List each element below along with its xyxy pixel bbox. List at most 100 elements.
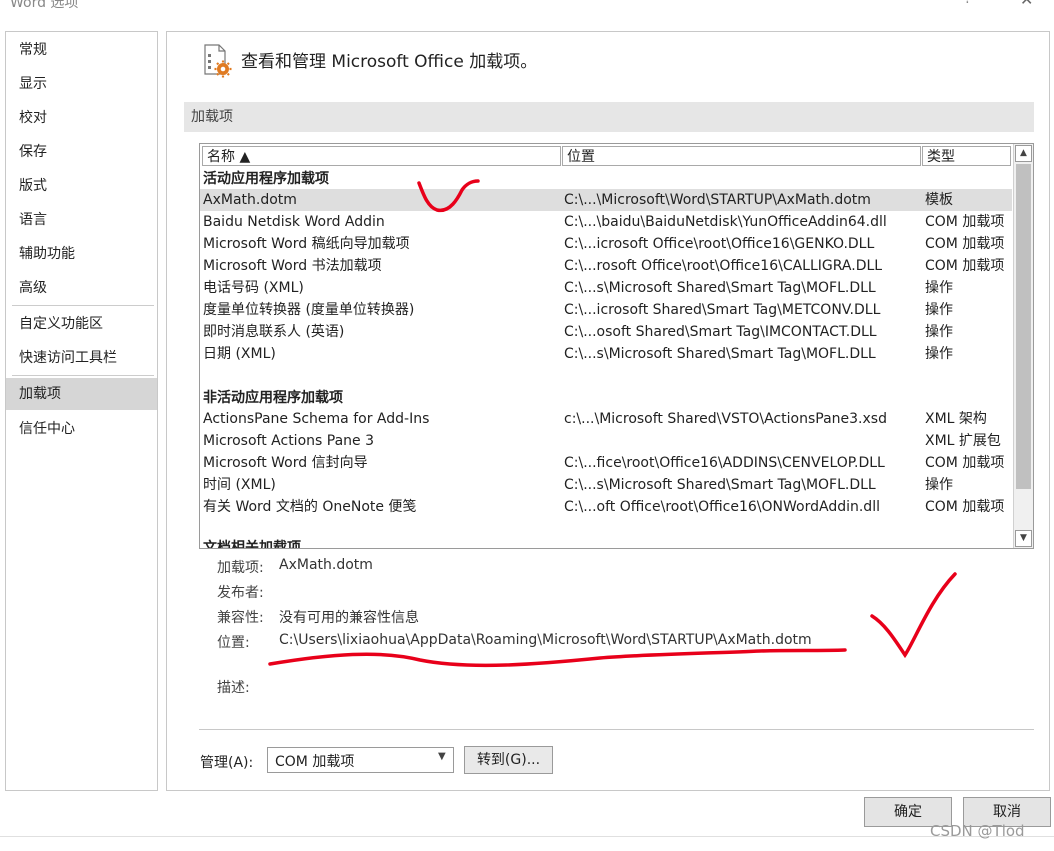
addin-type: 操作 xyxy=(925,477,953,493)
column-header-type[interactable]: 类型 xyxy=(922,146,1011,166)
addin-location: C:\...\baidu\BaiduNetdisk\YunOfficeAddin… xyxy=(564,214,887,230)
options-sidebar: 常规 显示 校对 保存 版式 语言 辅助功能 高级 自定义功能区 快速访问工具栏… xyxy=(5,31,158,791)
sidebar-item-typography[interactable]: 版式 xyxy=(6,170,157,202)
table-row[interactable]: Baidu Netdisk Word Addin C:\...\baidu\Ba… xyxy=(200,211,1012,233)
addin-gear-icon xyxy=(204,44,232,78)
addins-panel: 查看和管理 Microsoft Office 加载项。 加载项 名称 ▲ 位置 … xyxy=(166,31,1050,791)
addin-name: 有关 Word 文档的 OneNote 便笺 xyxy=(203,499,417,515)
addin-name: 日期 (XML) xyxy=(203,346,276,362)
addin-type: COM 加载项 xyxy=(925,214,1005,230)
addin-type: 操作 xyxy=(925,280,953,296)
addin-type: XML 架构 xyxy=(925,411,987,427)
scroll-up-icon[interactable]: ▲ xyxy=(1015,145,1032,162)
addins-list[interactable]: 名称 ▲ 位置 类型 活动应用程序加载项 AxMath.dotm C:\...\… xyxy=(199,143,1034,549)
page-title: 查看和管理 Microsoft Office 加载项。 xyxy=(241,52,538,72)
manage-dropdown[interactable]: COM 加载项 ▼ xyxy=(267,747,454,773)
scroll-thumb[interactable] xyxy=(1016,164,1031,489)
table-row[interactable]: Microsoft Word 书法加载项 C:\...rosoft Office… xyxy=(200,255,1012,277)
detail-publisher-label: 发布者: xyxy=(217,585,264,601)
addin-name: Microsoft Actions Pane 3 xyxy=(203,433,374,449)
scroll-down-icon[interactable]: ▼ xyxy=(1015,530,1032,547)
addin-type: 操作 xyxy=(925,324,953,340)
addin-location: C:\...s\Microsoft Shared\Smart Tag\MOFL.… xyxy=(564,477,876,493)
divider xyxy=(199,729,1034,730)
table-row[interactable]: ActionsPane Schema for Add-Ins c:\...\Mi… xyxy=(200,408,1012,430)
section-header: 加载项 xyxy=(184,102,1034,132)
addin-location: C:\...rosoft Office\root\Office16\CALLIG… xyxy=(564,258,883,274)
detail-addin-label: 加载项: xyxy=(217,560,264,576)
addin-name: Baidu Netdisk Word Addin xyxy=(203,214,385,230)
addin-name: Microsoft Word 书法加载项 xyxy=(203,258,382,274)
addin-type: COM 加载项 xyxy=(925,258,1005,274)
addin-location: C:\...\Microsoft\Word\STARTUP\AxMath.dot… xyxy=(564,192,871,208)
sidebar-item-proofing[interactable]: 校对 xyxy=(6,102,157,134)
sidebar-item-display[interactable]: 显示 xyxy=(6,68,157,100)
addin-type: COM 加载项 xyxy=(925,455,1005,471)
column-header-name[interactable]: 名称 ▲ xyxy=(202,146,561,166)
help-button[interactable]: ? xyxy=(964,0,971,7)
addin-location: C:\...s\Microsoft Shared\Smart Tag\MOFL.… xyxy=(564,346,876,362)
addin-type: COM 加载项 xyxy=(925,236,1005,252)
addin-location: C:\...osoft Shared\Smart Tag\IMCONTACT.D… xyxy=(564,324,877,340)
addin-location: C:\...s\Microsoft Shared\Smart Tag\MOFL.… xyxy=(564,280,876,296)
table-row[interactable]: Microsoft Word 信封向导 C:\...fice\root\Offi… xyxy=(200,452,1012,474)
sidebar-item-save[interactable]: 保存 xyxy=(6,136,157,168)
manage-dropdown-value: COM 加载项 xyxy=(275,754,355,770)
table-row[interactable]: Microsoft Word 稿纸向导加载项 C:\...icrosoft Of… xyxy=(200,233,1012,255)
sidebar-item-trust-center[interactable]: 信任中心 xyxy=(6,413,157,445)
table-row[interactable]: 日期 (XML) C:\...s\Microsoft Shared\Smart … xyxy=(200,343,1012,365)
addin-name: ActionsPane Schema for Add-Ins xyxy=(203,411,430,427)
title-bar: Word 选项 ? ✕ xyxy=(0,0,1054,14)
detail-description-label: 描述: xyxy=(217,680,250,696)
manage-label: 管理(A): xyxy=(200,755,254,771)
group-active-addins: 活动应用程序加载项 xyxy=(203,171,329,187)
addin-name: 即时消息联系人 (英语) xyxy=(203,324,345,340)
sidebar-separator xyxy=(12,305,154,306)
addin-name: 电话号码 (XML) xyxy=(203,280,304,296)
close-button[interactable]: ✕ xyxy=(1020,0,1033,9)
addin-type: XML 扩展包 xyxy=(925,433,1001,449)
table-row[interactable]: AxMath.dotm C:\...\Microsoft\Word\STARTU… xyxy=(200,189,1012,211)
table-row[interactable]: 电话号码 (XML) C:\...s\Microsoft Shared\Smar… xyxy=(200,277,1012,299)
sidebar-item-customize-ribbon[interactable]: 自定义功能区 xyxy=(6,308,157,340)
detail-addin-value: AxMath.dotm xyxy=(279,557,373,573)
sidebar-item-language[interactable]: 语言 xyxy=(6,204,157,236)
addin-type: 操作 xyxy=(925,346,953,362)
addin-location: C:\...icrosoft Office\root\Office16\GENK… xyxy=(564,236,875,252)
table-row[interactable]: 度量单位转换器 (度量单位转换器) C:\...icrosoft Shared\… xyxy=(200,299,1012,321)
table-row[interactable]: 即时消息联系人 (英语) C:\...osoft Shared\Smart Ta… xyxy=(200,321,1012,343)
detail-location-value: C:\Users\lixiaohua\AppData\Roaming\Micro… xyxy=(279,632,812,648)
sidebar-item-advanced[interactable]: 高级 xyxy=(6,272,157,304)
addin-location: C:\...oft Office\root\Office16\ONWordAdd… xyxy=(564,499,880,515)
list-scrollbar[interactable]: ▲ ▼ xyxy=(1013,144,1033,548)
group-document-addins: 文档相关加载项 xyxy=(203,540,301,549)
table-row[interactable]: Microsoft Actions Pane 3 XML 扩展包 xyxy=(200,430,1012,452)
detail-location-label: 位置: xyxy=(217,635,250,651)
addin-name: AxMath.dotm xyxy=(203,192,297,208)
addin-location: C:\...fice\root\Office16\ADDINS\CENVELOP… xyxy=(564,455,885,471)
addin-name: 时间 (XML) xyxy=(203,477,276,493)
sidebar-item-quick-access-toolbar[interactable]: 快速访问工具栏 xyxy=(6,342,157,374)
addin-location: C:\...icrosoft Shared\Smart Tag\METCONV.… xyxy=(564,302,881,318)
table-row[interactable]: 时间 (XML) C:\...s\Microsoft Shared\Smart … xyxy=(200,474,1012,496)
detail-compat-value: 没有可用的兼容性信息 xyxy=(279,610,419,626)
sidebar-item-addins[interactable]: 加载项 xyxy=(6,378,157,410)
sidebar-item-accessibility[interactable]: 辅助功能 xyxy=(6,238,157,270)
window-title: Word 选项 xyxy=(10,0,79,11)
addin-location: c:\...\Microsoft Shared\VSTO\ActionsPane… xyxy=(564,411,887,427)
table-row[interactable]: 有关 Word 文档的 OneNote 便笺 C:\...oft Office\… xyxy=(200,496,1012,518)
sidebar-item-general[interactable]: 常规 xyxy=(6,34,157,66)
watermark-text: CSDN @Tlod xyxy=(930,822,1025,840)
sidebar-separator xyxy=(12,375,154,376)
group-inactive-addins: 非活动应用程序加载项 xyxy=(203,390,343,406)
column-header-location[interactable]: 位置 xyxy=(562,146,921,166)
addin-name: Microsoft Word 稿纸向导加载项 xyxy=(203,236,410,252)
addin-type: COM 加载项 xyxy=(925,499,1005,515)
goto-button[interactable]: 转到(G)... xyxy=(464,746,553,774)
chevron-down-icon: ▼ xyxy=(438,751,446,762)
bottom-strip xyxy=(0,836,1054,851)
addin-type: 操作 xyxy=(925,302,953,318)
detail-compat-label: 兼容性: xyxy=(217,610,264,626)
addin-name: 度量单位转换器 (度量单位转换器) xyxy=(203,302,415,318)
section-title: 加载项 xyxy=(191,109,233,125)
